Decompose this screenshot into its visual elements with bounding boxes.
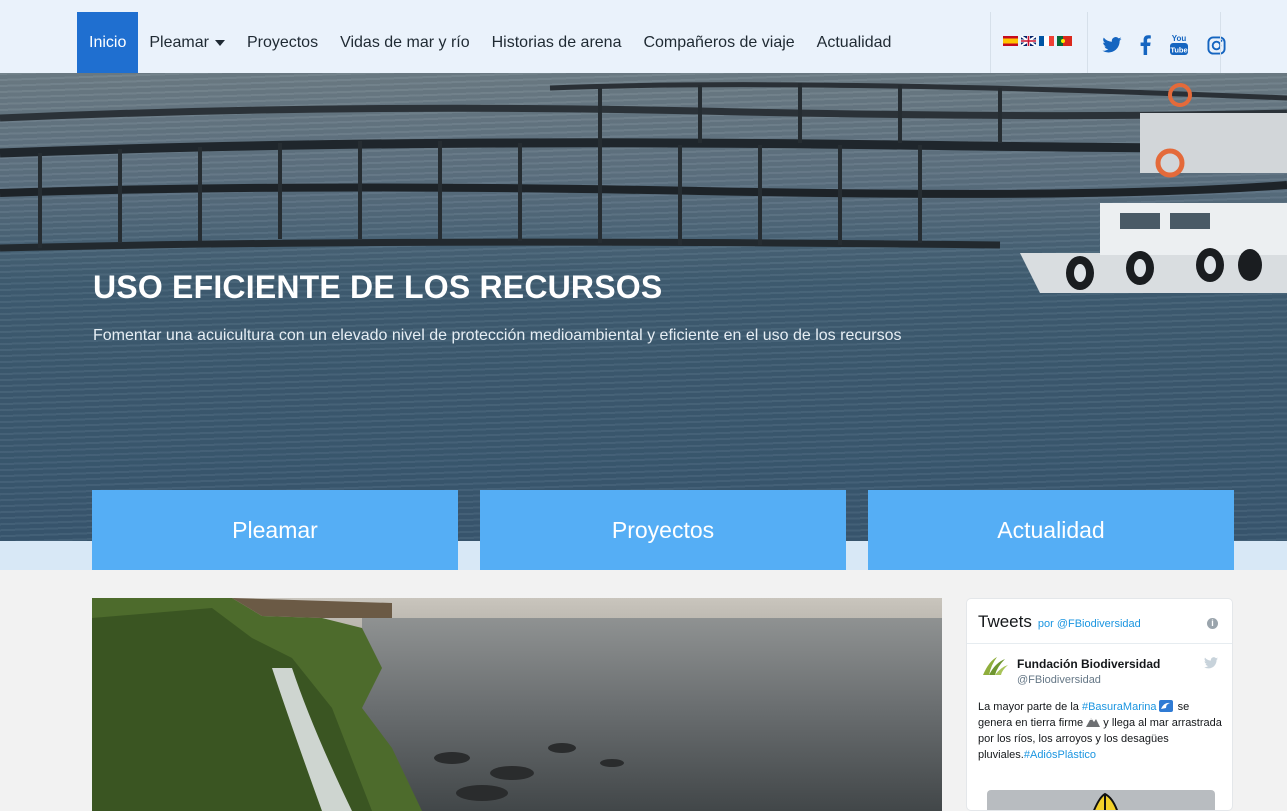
hero-banner: USO EFICIENTE DE LOS RECURSOS Fomentar u…	[0, 73, 1287, 541]
nav-label: Actualidad	[816, 33, 892, 51]
twitter-timeline-widget: Tweets por @FBiodiversidad i Fundación B…	[966, 598, 1233, 811]
tile-pleamar[interactable]: Pleamar	[92, 490, 458, 570]
facebook-icon[interactable]	[1140, 35, 1151, 55]
wave-emoji-icon	[1158, 700, 1173, 712]
featured-image[interactable]	[92, 598, 942, 811]
tweet-author-handle[interactable]: @FBiodiversidad	[1017, 674, 1101, 686]
nav-label: Proyectos	[246, 33, 319, 51]
info-icon[interactable]: i	[1207, 618, 1218, 629]
tweet-text: La mayor parte de la #BasuraMarina se ge…	[978, 699, 1223, 763]
twitter-icon[interactable]	[1102, 37, 1122, 53]
portugal-flag-icon[interactable]	[1057, 36, 1072, 46]
language-selector	[1003, 36, 1072, 46]
nav-item-companeros[interactable]: Compañeros de viaje	[632, 12, 805, 73]
page: Inicio Pleamar Proyectos Vidas de mar y …	[0, 0, 1287, 811]
tile-actualidad[interactable]: Actualidad	[868, 490, 1234, 570]
nav-label: Historias de arena	[491, 33, 622, 51]
tweet-author-name[interactable]: Fundación Biodiversidad	[1017, 657, 1160, 671]
nav-item-pleamar[interactable]: Pleamar	[138, 12, 236, 73]
youtube-icon-text: You	[1172, 34, 1187, 43]
mountain-emoji-icon	[1086, 718, 1101, 727]
nav-item-vidas[interactable]: Vidas de mar y río	[329, 12, 481, 73]
tweets-title: Tweets	[978, 612, 1032, 631]
tweet-text-part: La mayor parte de la	[978, 701, 1082, 713]
spain-flag-icon[interactable]	[1003, 36, 1018, 46]
nav-label: Compañeros de viaje	[643, 33, 795, 51]
hero-subtitle: Fomentar una acuicultura con un elevado …	[93, 327, 902, 344]
hero-title: USO EFICIENTE DE LOS RECURSOS	[93, 269, 663, 305]
divider	[967, 643, 1232, 644]
cliff-waterfall-illustration	[92, 598, 624, 811]
tweet-media-image[interactable]	[987, 790, 1215, 810]
social-links: You Tube	[1102, 33, 1226, 57]
youtube-icon-text: Tube	[1170, 46, 1187, 55]
top-navigation-bar: Inicio Pleamar Proyectos Vidas de mar y …	[0, 0, 1287, 73]
fish-farm-illustration	[0, 82, 1287, 293]
instagram-icon[interactable]	[1207, 35, 1226, 55]
hashtag-link[interactable]: #AdiósPlástico	[1024, 749, 1096, 761]
nav-item-inicio[interactable]: Inicio	[77, 12, 139, 73]
caret-down-icon	[214, 39, 225, 46]
tweets-header: Tweets por @FBiodiversidad	[978, 612, 1141, 632]
fundacion-biodiversidad-avatar[interactable]	[981, 655, 1009, 677]
nav-item-actualidad[interactable]: Actualidad	[806, 12, 903, 73]
nav-label: Inicio	[89, 33, 127, 51]
uk-flag-icon[interactable]	[1021, 36, 1036, 46]
divider	[1220, 12, 1221, 73]
tweet-media-illustration	[1093, 792, 1118, 810]
nav-item-historias[interactable]: Historias de arena	[481, 12, 633, 73]
france-flag-icon[interactable]	[1039, 36, 1054, 46]
divider	[1087, 12, 1088, 73]
nav-label: Pleamar	[149, 33, 209, 51]
youtube-icon[interactable]: You Tube	[1169, 33, 1189, 57]
tile-proyectos[interactable]: Proyectos	[480, 490, 846, 570]
tweets-by-link[interactable]: por @FBiodiversidad	[1038, 618, 1141, 630]
divider	[990, 12, 991, 73]
main-menu: Inicio Pleamar Proyectos Vidas de mar y …	[77, 12, 902, 73]
hashtag-link[interactable]: #BasuraMarina	[1082, 701, 1157, 713]
nav-item-proyectos[interactable]: Proyectos	[236, 12, 329, 73]
nav-label: Vidas de mar y río	[340, 33, 470, 51]
twitter-bird-icon[interactable]	[1204, 657, 1218, 669]
